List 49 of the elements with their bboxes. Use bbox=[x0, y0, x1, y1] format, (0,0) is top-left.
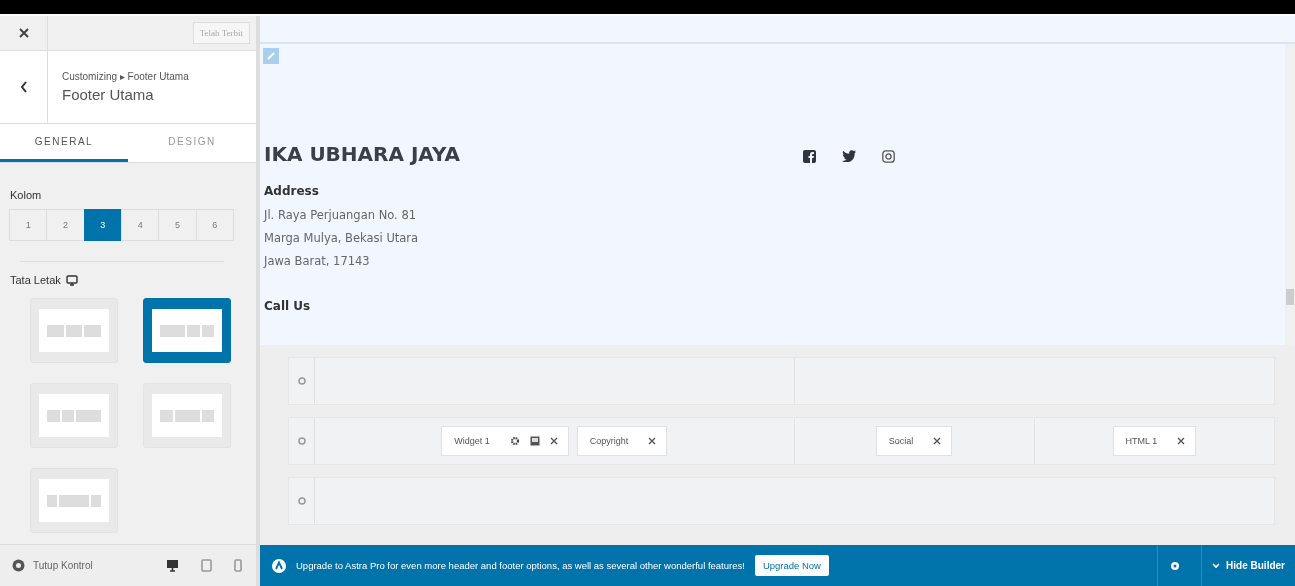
facebook-icon[interactable] bbox=[803, 149, 816, 163]
column-count-button[interactable]: 1 bbox=[9, 209, 48, 241]
twitter-icon[interactable] bbox=[842, 150, 856, 162]
breadcrumb: Customizing ▸ Footer Utama bbox=[62, 71, 189, 82]
mobile-icon bbox=[234, 559, 242, 572]
address-line: Jawa Barat, 17143 bbox=[264, 253, 371, 270]
hide-builder-button[interactable]: Hide Builder bbox=[1201, 545, 1295, 586]
tablet-icon bbox=[201, 559, 212, 572]
builder-item[interactable]: Copyright bbox=[576, 426, 668, 456]
builder-item[interactable]: Social bbox=[875, 426, 953, 456]
block-heading: Call Us bbox=[264, 299, 312, 313]
panel-title: Footer Utama bbox=[62, 86, 155, 103]
address-line: Marga Mulya, Bekasi Utara bbox=[264, 230, 420, 247]
block-heading: Address bbox=[264, 184, 320, 198]
layout-label: Tata Letak bbox=[10, 274, 61, 286]
columns-label: Kolom bbox=[10, 189, 43, 201]
address-line: Jl. Raya Perjuangan No. 81 bbox=[264, 207, 417, 224]
close-icon[interactable] bbox=[648, 437, 657, 445]
settings-icon bbox=[1169, 560, 1180, 571]
image-icon[interactable] bbox=[529, 436, 540, 446]
settings-icon[interactable] bbox=[509, 436, 520, 446]
upgrade-button[interactable]: Upgrade Now bbox=[754, 555, 829, 576]
logo-icon bbox=[272, 558, 286, 573]
close-icon[interactable] bbox=[933, 437, 942, 445]
layout-option[interactable] bbox=[143, 298, 231, 363]
promo-message: Upgrade to Astra Pro for even more header and footer options, as well as several other wonderful features! bbox=[296, 560, 745, 571]
hide-controls-button[interactable]: Tutup Kontrol bbox=[12, 559, 93, 572]
desktop-icon bbox=[166, 559, 179, 572]
instagram-icon[interactable] bbox=[882, 149, 895, 163]
settings-icon bbox=[297, 437, 306, 445]
back-icon bbox=[19, 81, 28, 93]
settings-icon bbox=[297, 497, 306, 505]
scrollbar[interactable] bbox=[1285, 44, 1295, 345]
circle-icon bbox=[12, 559, 25, 572]
chevron-down-icon bbox=[1212, 562, 1221, 569]
column-count-button[interactable]: 6 bbox=[195, 209, 234, 241]
builder-item[interactable]: Widget 1 bbox=[441, 426, 569, 456]
close-icon[interactable] bbox=[1177, 437, 1186, 445]
column-count-button[interactable]: 2 bbox=[46, 209, 85, 241]
column-count-button[interactable]: 4 bbox=[121, 209, 160, 241]
column-count-button[interactable]: 5 bbox=[158, 209, 197, 241]
close-icon bbox=[18, 28, 29, 38]
settings-icon bbox=[297, 377, 306, 385]
site-title: IKA UBHARA JAYA bbox=[264, 142, 461, 166]
monitor-icon bbox=[65, 274, 78, 286]
column-count-button[interactable]: 3 bbox=[83, 209, 122, 241]
pencil-icon bbox=[266, 51, 276, 61]
builder-item[interactable]: HTML 1 bbox=[1112, 426, 1197, 456]
close-icon[interactable] bbox=[549, 437, 558, 445]
